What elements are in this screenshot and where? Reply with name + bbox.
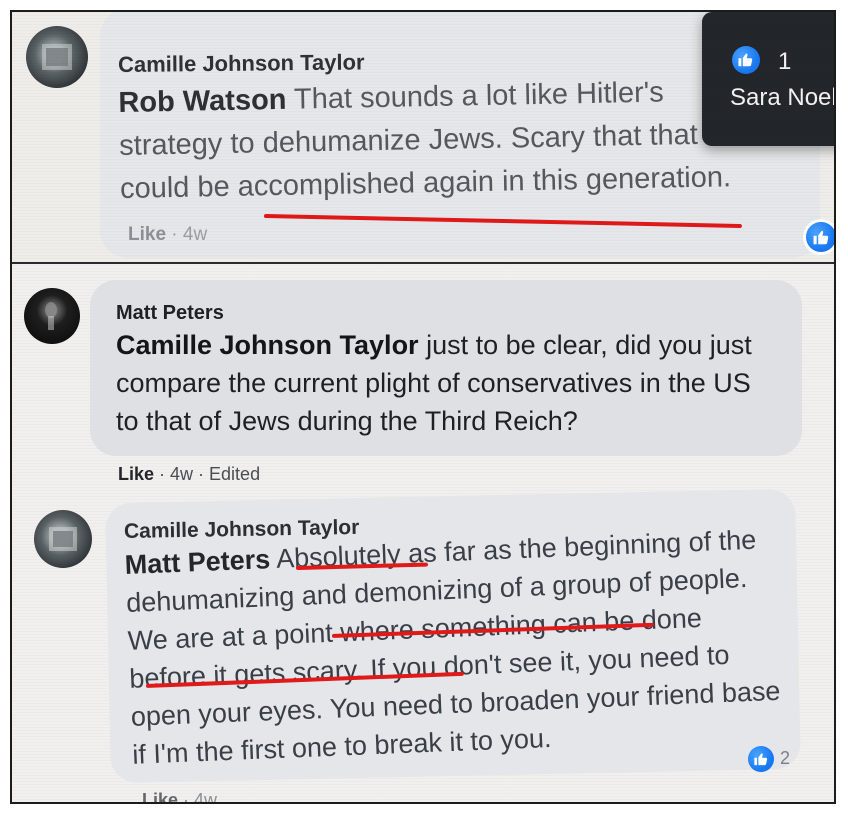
- comment-meta: Like · 4w · Edited: [118, 464, 260, 485]
- avatar-matt[interactable]: [24, 288, 80, 344]
- comment-text: Camille Johnson Taylor just to be clear,…: [116, 326, 776, 440]
- comment-mention[interactable]: Camille Johnson Taylor: [116, 330, 419, 360]
- meta-separator: ·: [166, 224, 183, 245]
- like-thumb-icon[interactable]: [748, 746, 774, 772]
- like-button[interactable]: Like: [128, 224, 166, 245]
- comment-author[interactable]: Matt Peters: [116, 302, 224, 325]
- avatar-camille-1[interactable]: [26, 26, 88, 88]
- like-thumb-icon[interactable]: [806, 222, 834, 252]
- comment-meta: Like · 4w: [128, 224, 207, 246]
- comment-text: Matt Peters Absolutely as far as the beg…: [124, 520, 783, 774]
- reaction-count[interactable]: 2: [780, 748, 790, 769]
- comment-meta: Like · 4w: [142, 790, 217, 804]
- reaction-tooltip: 1 Sara Noel: [702, 12, 834, 146]
- like-button[interactable]: Like: [118, 464, 154, 484]
- meta-separator: ·: [154, 464, 171, 484]
- like-button[interactable]: Like: [142, 790, 178, 802]
- reaction-count: 1: [778, 48, 792, 75]
- comment-text: Rob Watson That sounds a lot like Hitler…: [118, 70, 740, 211]
- comment-time[interactable]: 4w: [194, 790, 217, 802]
- comment-time[interactable]: 4w: [170, 464, 193, 484]
- top-photo-panel: Camille Johnson Taylor Rob Watson That s…: [12, 12, 834, 262]
- avatar-camille-2[interactable]: [34, 510, 92, 568]
- comment-time[interactable]: 4w: [183, 224, 207, 245]
- like-thumb-icon: [732, 46, 760, 74]
- reactor-name: Sara Noel: [730, 84, 834, 111]
- comment-mention[interactable]: Matt Peters: [124, 544, 271, 580]
- meta-separator: ·: [178, 790, 195, 804]
- comment-mention[interactable]: Rob Watson: [118, 84, 287, 119]
- comment-author[interactable]: Camille Johnson Taylor: [118, 49, 365, 78]
- screenshot-frame: Camille Johnson Taylor Rob Watson That s…: [10, 10, 836, 804]
- edited-label[interactable]: · Edited: [193, 464, 260, 484]
